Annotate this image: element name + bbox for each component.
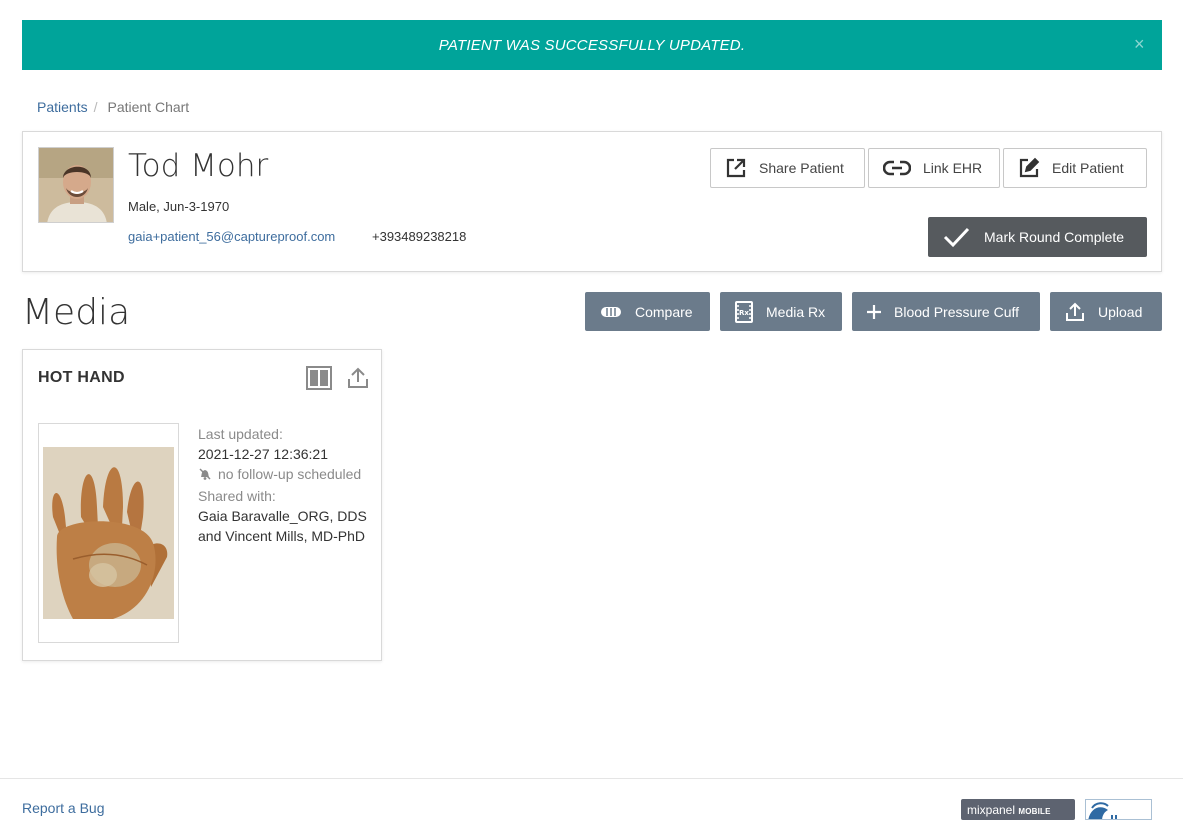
- last-updated-label: Last updated:: [198, 426, 283, 442]
- link-ehr-button[interactable]: Link EHR: [868, 148, 1000, 188]
- upload-label: Upload: [1098, 303, 1143, 320]
- shared-with-value: Gaia Baravalle_ORG, DDS and Vincent Mill…: [198, 508, 367, 544]
- media-card: HOT HAND Last updated: 2021-12-27 12:36:…: [22, 349, 382, 661]
- patient-header-card: Tod Mohr Male, Jun-3-1970 gaia+patient_5…: [22, 131, 1162, 272]
- media-card-title: HOT HAND: [38, 369, 125, 386]
- media-section-title: Media: [22, 292, 131, 333]
- breadcrumb-current: Patient Chart: [107, 99, 190, 115]
- patient-phone: +393489238218: [372, 229, 467, 244]
- edit-pencil-icon: [1019, 157, 1040, 178]
- share-upload-icon[interactable]: [346, 366, 370, 395]
- split-view-icon[interactable]: [306, 366, 332, 395]
- mixpanel-logo-subtext: MOBILE: [1018, 807, 1051, 816]
- compare-icon: [601, 306, 621, 317]
- bell-off-icon: [198, 466, 212, 486]
- external-link-icon: [726, 158, 746, 178]
- footer-divider: [0, 778, 1183, 779]
- checkmark-icon: [943, 227, 970, 248]
- last-updated-value: 2021-12-27 12:36:21: [198, 446, 328, 462]
- upload-icon: [1066, 302, 1084, 321]
- blood-pressure-cuff-button[interactable]: Blood Pressure Cuff: [852, 292, 1040, 331]
- blood-pressure-cuff-label: Blood Pressure Cuff: [894, 303, 1020, 320]
- close-icon[interactable]: ×: [1134, 34, 1148, 54]
- svg-text:Rx: Rx: [739, 309, 749, 317]
- mixpanel-logo-text: mixpanel: [967, 803, 1016, 817]
- chain-link-icon: [883, 160, 911, 176]
- mark-round-complete-label: Mark Round Complete: [984, 229, 1125, 245]
- link-ehr-label: Link EHR: [923, 160, 983, 176]
- shared-with-label: Shared with:: [198, 488, 276, 504]
- compare-label: Compare: [635, 303, 693, 320]
- patient-email-link[interactable]: gaia+patient_56@captureproof.com: [128, 229, 335, 244]
- compare-button[interactable]: Compare: [585, 292, 710, 331]
- media-rx-button[interactable]: Rx Media Rx: [720, 292, 842, 331]
- media-rx-icon: Rx: [735, 300, 753, 323]
- upload-button[interactable]: Upload: [1050, 292, 1162, 331]
- mixpanel-badge[interactable]: mixpanel MOBILE: [961, 799, 1075, 820]
- media-card-metadata: Last updated: 2021-12-27 12:36:21 no fol…: [198, 424, 373, 546]
- share-patient-label: Share Patient: [759, 160, 844, 176]
- follow-up-status: no follow-up scheduled: [198, 464, 373, 486]
- media-rx-label: Media Rx: [766, 303, 826, 320]
- success-alert: PATIENT WAS SUCCESSFULLY UPDATED. ×: [22, 20, 1162, 70]
- alert-message: PATIENT WAS SUCCESSFULLY UPDATED.: [438, 36, 746, 54]
- hipaa-badge: [1085, 799, 1152, 820]
- breadcrumb-patients-link[interactable]: Patients: [37, 99, 88, 115]
- breadcrumb: Patients / Patient Chart: [37, 99, 189, 115]
- patient-sex-dob: Male, Jun-3-1970: [128, 199, 230, 214]
- edit-patient-button[interactable]: Edit Patient: [1003, 148, 1147, 188]
- hand-photo: [43, 447, 174, 619]
- breadcrumb-separator: /: [93, 99, 98, 115]
- follow-up-text: no follow-up scheduled: [218, 466, 362, 482]
- share-patient-button[interactable]: Share Patient: [710, 148, 865, 188]
- patient-name: Tod Mohr: [128, 148, 269, 184]
- mark-round-complete-button[interactable]: Mark Round Complete: [928, 217, 1147, 257]
- media-thumbnail[interactable]: [38, 423, 179, 643]
- edit-patient-label: Edit Patient: [1052, 160, 1124, 176]
- report-bug-link[interactable]: Report a Bug: [22, 800, 105, 816]
- plus-icon: [867, 304, 881, 319]
- patient-avatar: [38, 147, 114, 223]
